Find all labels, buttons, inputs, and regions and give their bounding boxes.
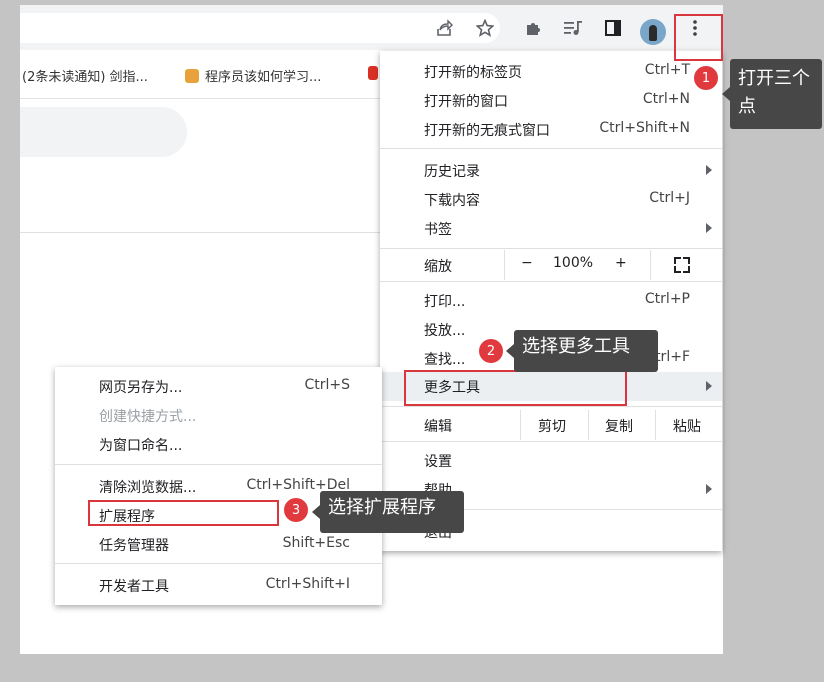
- divider: [650, 250, 651, 280]
- menu-item-settings[interactable]: 设置: [380, 446, 722, 475]
- menu-item-task-manager[interactable]: 任务管理器 Shift+Esc: [55, 530, 382, 559]
- menu-item-shortcut: Ctrl+Shift+N: [599, 120, 690, 136]
- fullscreen-icon[interactable]: [674, 257, 690, 273]
- bookmark-item[interactable]: 程序员该如何学习...: [185, 66, 321, 85]
- menu-item-label: 投放...: [424, 323, 466, 339]
- step-badge-3: 3: [284, 498, 308, 522]
- cut-button[interactable]: 剪切: [538, 416, 566, 436]
- menu-item-history[interactable]: 历史记录: [380, 156, 722, 185]
- menu-item-label: 开发者工具: [99, 579, 169, 595]
- menu-item-shortcut: Ctrl+Shift+I: [265, 576, 350, 592]
- menu-item-label: 任务管理器: [99, 538, 169, 554]
- menu-item-label: 网页另存为...: [99, 380, 183, 396]
- menu-item-incognito[interactable]: 打开新的无痕式窗口 Ctrl+Shift+N: [380, 115, 722, 144]
- paste-button[interactable]: 粘贴: [673, 416, 701, 436]
- menu-item-label: 为窗口命名...: [99, 438, 183, 454]
- submenu-arrow-icon: [706, 165, 712, 175]
- menu-item-label: 设置: [424, 454, 452, 470]
- menu-item-shortcut: Ctrl+N: [642, 91, 690, 107]
- share-icon[interactable]: [432, 16, 456, 40]
- menu-separator: [380, 406, 722, 407]
- menu-item-label: 书签: [424, 222, 452, 238]
- highlight-box-more-tools: [404, 370, 627, 406]
- zoom-level: 100%: [553, 255, 594, 271]
- address-bar[interactable]: [20, 13, 500, 43]
- highlight-box-menu-button: [674, 14, 723, 61]
- step-tooltip-1: 打开三个点: [722, 59, 822, 129]
- menu-item-new-tab[interactable]: 打开新的标签页 Ctrl+T: [380, 57, 722, 86]
- menu-item-label: 清除浏览数据...: [99, 480, 197, 496]
- bookmark-star-icon[interactable]: [473, 16, 497, 40]
- submenu-arrow-icon: [706, 223, 712, 233]
- zoom-row: 缩放 − 100% +: [380, 250, 722, 280]
- more-tools-submenu: 网页另存为... Ctrl+S 创建快捷方式... 为窗口命名... 清除浏览数据…: [55, 367, 382, 605]
- menu-item-label: 历史记录: [424, 164, 480, 180]
- zoom-out-button[interactable]: −: [521, 255, 533, 271]
- copy-button[interactable]: 复制: [605, 416, 633, 436]
- extensions-puzzle-icon[interactable]: [522, 16, 546, 40]
- menu-item-label: 打开新的标签页: [424, 65, 522, 81]
- menu-item-shortcut: Ctrl+T: [644, 62, 690, 78]
- zoom-in-button[interactable]: +: [615, 255, 627, 271]
- menu-item-label: 打开新的窗口: [424, 94, 508, 110]
- menu-item-shortcut: Ctrl+P: [644, 291, 690, 307]
- menu-item-label: 打开新的无痕式窗口: [424, 123, 550, 139]
- media-playlist-icon[interactable]: [561, 16, 585, 40]
- menu-separator: [380, 281, 722, 282]
- submenu-arrow-icon: [706, 484, 712, 494]
- menu-item-shortcut: Shift+Esc: [282, 535, 350, 551]
- menu-item-save-page[interactable]: 网页另存为... Ctrl+S: [55, 372, 382, 401]
- divider: [20, 232, 380, 233]
- menu-separator: [380, 248, 722, 249]
- bookmark-item[interactable]: (2条未读通知) 剑指...: [22, 66, 148, 85]
- search-box[interactable]: [20, 107, 187, 157]
- profile-avatar[interactable]: [640, 19, 666, 45]
- menu-item-new-window[interactable]: 打开新的窗口 Ctrl+N: [380, 86, 722, 115]
- side-panel-icon[interactable]: [601, 16, 625, 40]
- bookmark-label: 程序员该如何学习...: [205, 70, 322, 85]
- divider: [655, 410, 656, 440]
- menu-item-downloads[interactable]: 下载内容 Ctrl+J: [380, 185, 722, 214]
- divider: [588, 410, 589, 440]
- menu-separator: [380, 148, 722, 149]
- step-badge-2: 2: [479, 339, 503, 363]
- menu-item-dev-tools[interactable]: 开发者工具 Ctrl+Shift+I: [55, 571, 382, 600]
- divider: [504, 250, 505, 280]
- menu-separator: [380, 441, 722, 442]
- menu-separator: [55, 563, 382, 564]
- menu-item-label: 创建快捷方式...: [99, 409, 197, 425]
- menu-item-create-shortcut: 创建快捷方式...: [55, 401, 382, 430]
- bookmark-label: (2条未读通知) 剑指...: [22, 70, 148, 85]
- menu-item-label: 下载内容: [424, 193, 480, 209]
- menu-item-name-window[interactable]: 为窗口命名...: [55, 430, 382, 459]
- menu-item-shortcut: Ctrl+S: [304, 377, 350, 393]
- menu-item-label: 打印...: [424, 294, 466, 310]
- chrome-main-menu: 打开新的标签页 Ctrl+T 打开新的窗口 Ctrl+N 打开新的无痕式窗口 Ctrl…: [380, 51, 722, 551]
- edit-row: 编辑 剪切 复制 粘贴: [380, 410, 722, 440]
- step-tooltip-3: 选择扩展程序: [312, 491, 464, 533]
- browser-toolbar: [20, 5, 723, 50]
- zoom-label: 缩放: [424, 259, 452, 275]
- edit-label: 编辑: [424, 419, 452, 435]
- submenu-arrow-icon: [706, 381, 712, 391]
- step-tooltip-2: 选择更多工具: [506, 330, 658, 372]
- menu-item-print[interactable]: 打印... Ctrl+P: [380, 286, 722, 315]
- divider: [520, 410, 521, 440]
- menu-item-shortcut: Ctrl+J: [649, 190, 690, 206]
- step-badge-1: 1: [694, 66, 718, 90]
- bookmark-favicon-icon: [368, 66, 378, 80]
- menu-item-bookmarks[interactable]: 书签: [380, 214, 722, 243]
- bookmark-favicon-icon: [185, 69, 199, 83]
- menu-item-label: 查找...: [424, 352, 466, 368]
- highlight-box-extensions: [88, 500, 279, 526]
- menu-separator: [55, 464, 382, 465]
